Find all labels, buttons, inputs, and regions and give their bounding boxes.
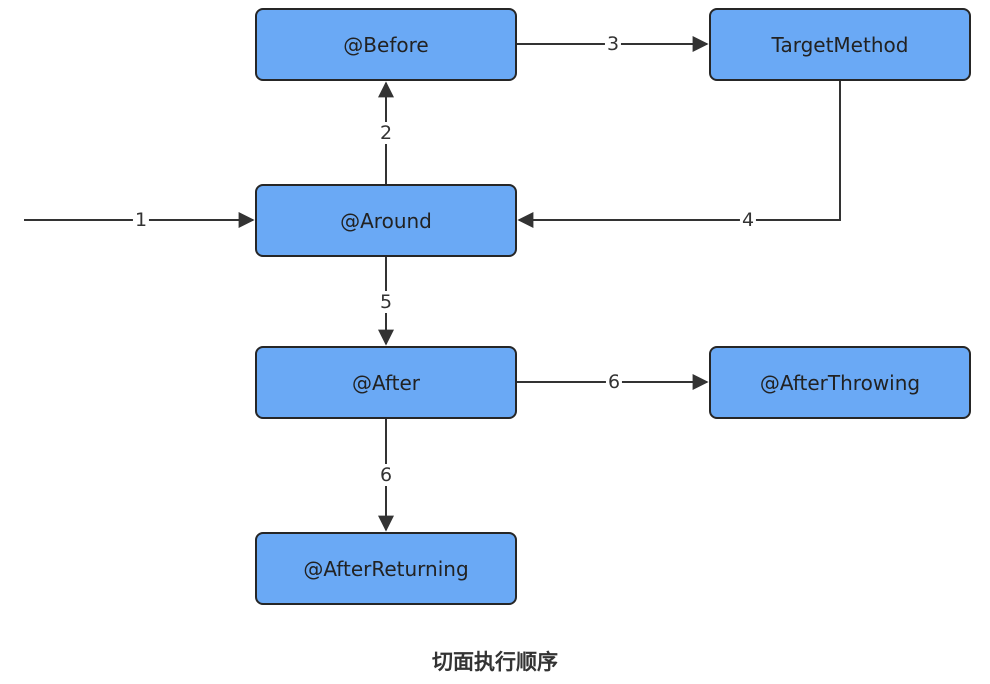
edge-label-4: 4 [739,209,757,231]
edge-label-5: 5 [377,291,395,313]
edge-label-2: 2 [377,122,395,144]
edge-label-6-returning: 6 [377,464,395,486]
node-before-label: @Before [343,32,429,57]
node-after-throwing: @AfterThrowing [709,346,971,419]
node-target-method-label: TargetMethod [771,32,909,57]
node-after-returning-label: @AfterReturning [303,556,469,581]
node-target-method: TargetMethod [709,8,971,81]
node-around-label: @Around [340,208,432,233]
node-before: @Before [255,8,517,81]
node-around: @Around [255,184,517,257]
edge-label-6-throwing: 6 [605,371,623,393]
node-after: @After [255,346,517,419]
aop-execution-order-diagram: @Before TargetMethod @Around @After @Aft… [0,0,990,684]
node-after-throwing-label: @AfterThrowing [759,370,921,395]
edge-4 [517,81,841,228]
diagram-caption: 切面执行顺序 [432,650,558,674]
edge-label-1: 1 [132,209,150,231]
node-after-returning: @AfterReturning [255,532,517,605]
edge-label-3: 3 [604,33,622,55]
node-after-label: @After [351,370,421,395]
